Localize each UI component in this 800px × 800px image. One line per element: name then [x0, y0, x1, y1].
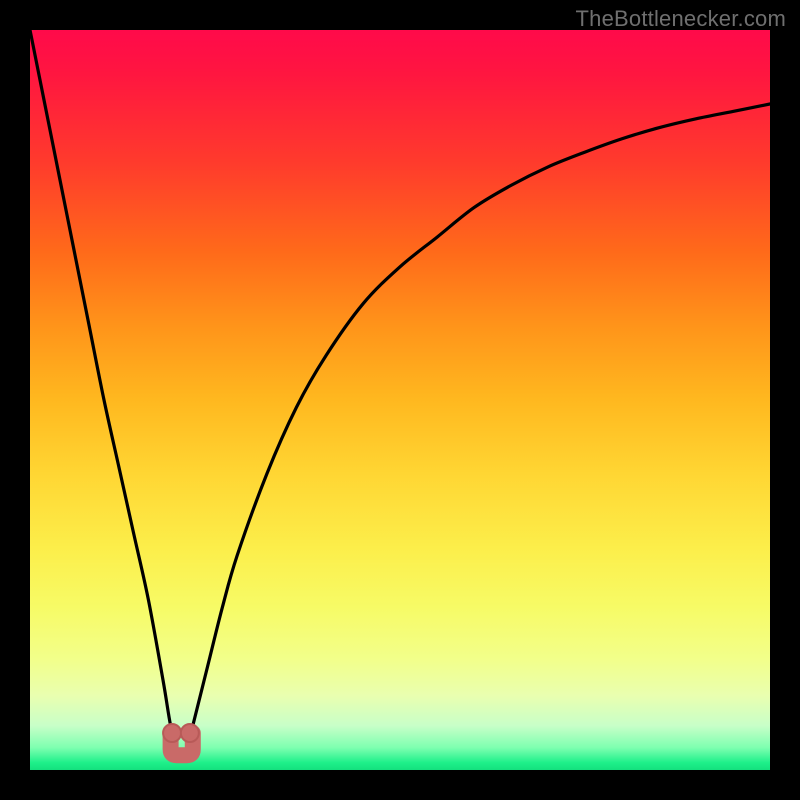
marker-right-dot [181, 724, 199, 742]
bottleneck-curve [30, 30, 770, 759]
plot-area [30, 30, 770, 770]
watermark-text: TheBottlenecker.com [576, 6, 786, 32]
marker-left-dot [163, 724, 181, 742]
curve-layer [30, 30, 770, 770]
chart-frame: TheBottlenecker.com [0, 0, 800, 800]
